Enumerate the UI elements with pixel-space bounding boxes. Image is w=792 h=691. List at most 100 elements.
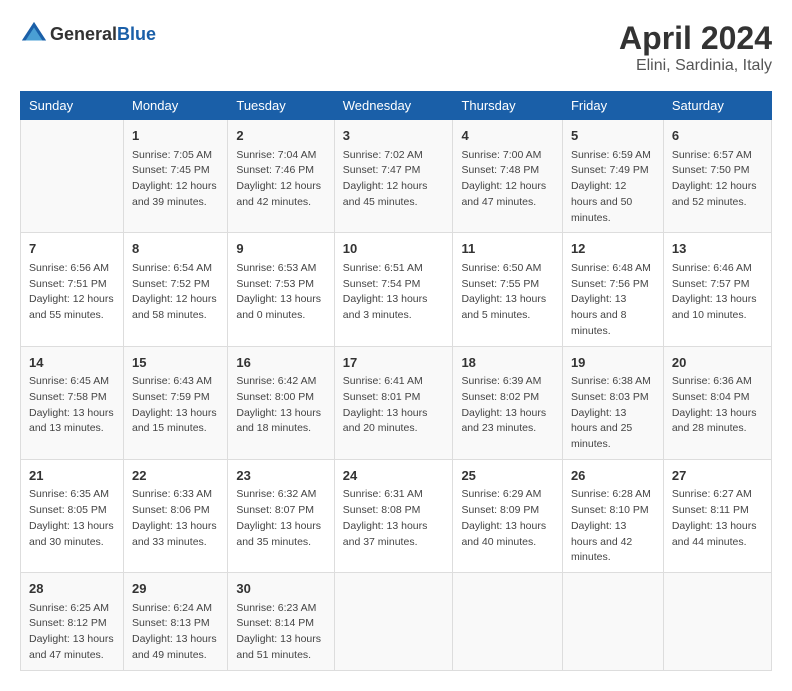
logo-blue: Blue [117,24,156,44]
day-number: 24 [343,466,445,486]
day-info: Sunrise: 7:05 AMSunset: 7:45 PMDaylight:… [132,148,219,211]
calendar-week-row: 28Sunrise: 6:25 AMSunset: 8:12 PMDayligh… [21,573,772,671]
day-number: 10 [343,239,445,259]
calendar-cell: 2Sunrise: 7:04 AMSunset: 7:46 PMDaylight… [228,120,334,233]
day-info: Sunrise: 6:59 AMSunset: 7:49 PMDaylight:… [571,148,655,227]
calendar-cell: 6Sunrise: 6:57 AMSunset: 7:50 PMDaylight… [663,120,771,233]
calendar-cell [21,120,124,233]
weekday-header-wednesday: Wednesday [334,92,453,120]
calendar-cell: 10Sunrise: 6:51 AMSunset: 7:54 PMDayligh… [334,233,453,346]
day-number: 6 [672,126,763,146]
day-number: 1 [132,126,219,146]
day-info: Sunrise: 6:57 AMSunset: 7:50 PMDaylight:… [672,148,763,211]
calendar-cell: 29Sunrise: 6:24 AMSunset: 8:13 PMDayligh… [123,573,227,671]
day-info: Sunrise: 6:45 AMSunset: 7:58 PMDaylight:… [29,374,115,437]
day-info: Sunrise: 6:36 AMSunset: 8:04 PMDaylight:… [672,374,763,437]
day-number: 4 [461,126,554,146]
calendar-cell [453,573,563,671]
calendar-cell: 14Sunrise: 6:45 AMSunset: 7:58 PMDayligh… [21,346,124,459]
day-number: 17 [343,353,445,373]
day-number: 9 [236,239,325,259]
day-info: Sunrise: 6:41 AMSunset: 8:01 PMDaylight:… [343,374,445,437]
calendar-cell: 11Sunrise: 6:50 AMSunset: 7:55 PMDayligh… [453,233,563,346]
calendar-cell: 20Sunrise: 6:36 AMSunset: 8:04 PMDayligh… [663,346,771,459]
title-section: April 2024 Elini, Sardinia, Italy [619,20,772,75]
day-info: Sunrise: 6:42 AMSunset: 8:00 PMDaylight:… [236,374,325,437]
day-number: 30 [236,579,325,599]
calendar-title: April 2024 [619,20,772,57]
day-number: 2 [236,126,325,146]
day-info: Sunrise: 6:43 AMSunset: 7:59 PMDaylight:… [132,374,219,437]
calendar-cell: 3Sunrise: 7:02 AMSunset: 7:47 PMDaylight… [334,120,453,233]
calendar-cell: 9Sunrise: 6:53 AMSunset: 7:53 PMDaylight… [228,233,334,346]
day-number: 3 [343,126,445,146]
day-info: Sunrise: 6:25 AMSunset: 8:12 PMDaylight:… [29,601,115,664]
calendar-week-row: 1Sunrise: 7:05 AMSunset: 7:45 PMDaylight… [21,120,772,233]
calendar-cell: 25Sunrise: 6:29 AMSunset: 8:09 PMDayligh… [453,459,563,572]
weekday-header-friday: Friday [562,92,663,120]
calendar-cell: 22Sunrise: 6:33 AMSunset: 8:06 PMDayligh… [123,459,227,572]
day-number: 5 [571,126,655,146]
calendar-cell: 23Sunrise: 6:32 AMSunset: 8:07 PMDayligh… [228,459,334,572]
page-header: GeneralBlue April 2024 Elini, Sardinia, … [20,20,772,75]
day-number: 26 [571,466,655,486]
day-info: Sunrise: 7:02 AMSunset: 7:47 PMDaylight:… [343,148,445,211]
day-number: 11 [461,239,554,259]
day-number: 7 [29,239,115,259]
day-info: Sunrise: 6:48 AMSunset: 7:56 PMDaylight:… [571,261,655,340]
day-number: 25 [461,466,554,486]
day-number: 8 [132,239,219,259]
calendar-cell: 21Sunrise: 6:35 AMSunset: 8:05 PMDayligh… [21,459,124,572]
calendar-week-row: 14Sunrise: 6:45 AMSunset: 7:58 PMDayligh… [21,346,772,459]
day-info: Sunrise: 6:32 AMSunset: 8:07 PMDaylight:… [236,487,325,550]
day-info: Sunrise: 6:38 AMSunset: 8:03 PMDaylight:… [571,374,655,453]
calendar-cell: 13Sunrise: 6:46 AMSunset: 7:57 PMDayligh… [663,233,771,346]
weekday-header-thursday: Thursday [453,92,563,120]
calendar-table: SundayMondayTuesdayWednesdayThursdayFrid… [20,91,772,671]
calendar-cell: 26Sunrise: 6:28 AMSunset: 8:10 PMDayligh… [562,459,663,572]
day-info: Sunrise: 6:39 AMSunset: 8:02 PMDaylight:… [461,374,554,437]
day-number: 20 [672,353,763,373]
day-info: Sunrise: 6:29 AMSunset: 8:09 PMDaylight:… [461,487,554,550]
calendar-cell: 28Sunrise: 6:25 AMSunset: 8:12 PMDayligh… [21,573,124,671]
logo: GeneralBlue [20,20,156,48]
day-info: Sunrise: 7:04 AMSunset: 7:46 PMDaylight:… [236,148,325,211]
weekday-header-sunday: Sunday [21,92,124,120]
day-info: Sunrise: 6:27 AMSunset: 8:11 PMDaylight:… [672,487,763,550]
day-info: Sunrise: 6:24 AMSunset: 8:13 PMDaylight:… [132,601,219,664]
calendar-cell: 1Sunrise: 7:05 AMSunset: 7:45 PMDaylight… [123,120,227,233]
calendar-cell: 7Sunrise: 6:56 AMSunset: 7:51 PMDaylight… [21,233,124,346]
calendar-cell: 27Sunrise: 6:27 AMSunset: 8:11 PMDayligh… [663,459,771,572]
day-number: 27 [672,466,763,486]
calendar-cell: 4Sunrise: 7:00 AMSunset: 7:48 PMDaylight… [453,120,563,233]
weekday-header-monday: Monday [123,92,227,120]
calendar-cell [334,573,453,671]
calendar-cell: 19Sunrise: 6:38 AMSunset: 8:03 PMDayligh… [562,346,663,459]
day-info: Sunrise: 6:54 AMSunset: 7:52 PMDaylight:… [132,261,219,324]
day-info: Sunrise: 6:28 AMSunset: 8:10 PMDaylight:… [571,487,655,566]
calendar-cell: 15Sunrise: 6:43 AMSunset: 7:59 PMDayligh… [123,346,227,459]
calendar-cell: 12Sunrise: 6:48 AMSunset: 7:56 PMDayligh… [562,233,663,346]
day-number: 18 [461,353,554,373]
calendar-cell: 8Sunrise: 6:54 AMSunset: 7:52 PMDaylight… [123,233,227,346]
weekday-header-saturday: Saturday [663,92,771,120]
logo-icon [20,20,48,48]
day-number: 19 [571,353,655,373]
day-number: 12 [571,239,655,259]
day-number: 15 [132,353,219,373]
header-row: SundayMondayTuesdayWednesdayThursdayFrid… [21,92,772,120]
calendar-cell: 5Sunrise: 6:59 AMSunset: 7:49 PMDaylight… [562,120,663,233]
day-info: Sunrise: 6:50 AMSunset: 7:55 PMDaylight:… [461,261,554,324]
day-info: Sunrise: 6:56 AMSunset: 7:51 PMDaylight:… [29,261,115,324]
day-info: Sunrise: 6:51 AMSunset: 7:54 PMDaylight:… [343,261,445,324]
day-info: Sunrise: 6:46 AMSunset: 7:57 PMDaylight:… [672,261,763,324]
calendar-cell: 16Sunrise: 6:42 AMSunset: 8:00 PMDayligh… [228,346,334,459]
calendar-week-row: 7Sunrise: 6:56 AMSunset: 7:51 PMDaylight… [21,233,772,346]
calendar-cell: 17Sunrise: 6:41 AMSunset: 8:01 PMDayligh… [334,346,453,459]
calendar-cell [663,573,771,671]
day-number: 28 [29,579,115,599]
day-number: 16 [236,353,325,373]
calendar-cell: 18Sunrise: 6:39 AMSunset: 8:02 PMDayligh… [453,346,563,459]
calendar-cell [562,573,663,671]
day-number: 29 [132,579,219,599]
